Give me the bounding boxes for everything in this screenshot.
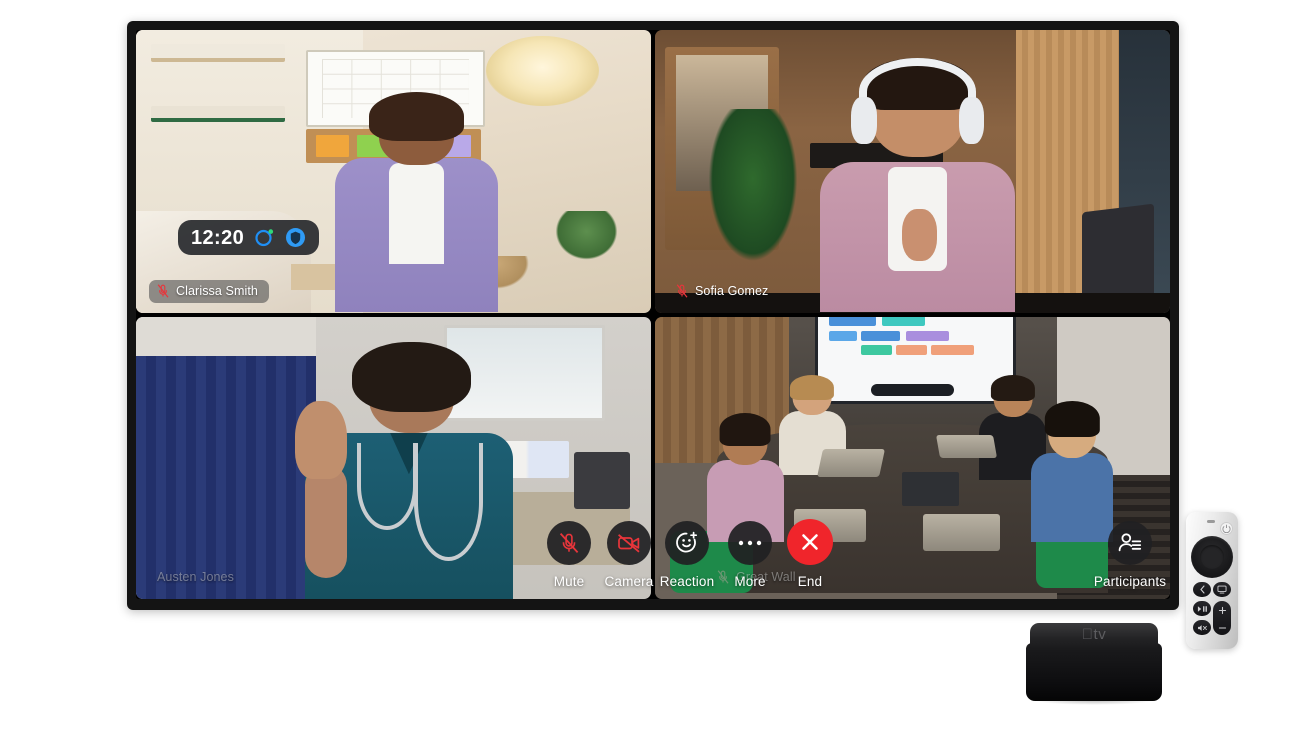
participant-name-tag: Sofia Gomez — [668, 280, 779, 303]
reaction-button-label: Reaction — [659, 574, 715, 589]
tile-1-video-feed — [136, 30, 651, 313]
shield-lock-icon — [285, 227, 306, 248]
reaction-button[interactable]: Reaction — [651, 521, 723, 589]
end-call-button-label: End — [797, 574, 823, 589]
camera-off-icon — [607, 521, 651, 565]
participant-name-label: Sofia Gomez — [695, 283, 769, 298]
mic-off-icon — [157, 283, 169, 298]
back-button[interactable] — [1193, 582, 1211, 597]
participant-name-label: Austen Jones — [157, 570, 234, 584]
minus-icon[interactable] — [1218, 626, 1227, 630]
apple-tv-logo: tv — [1082, 626, 1106, 643]
chevron-left-icon — [1199, 585, 1206, 594]
power-icon — [1222, 524, 1231, 533]
tv-screen: Clarissa Smith Sofia Gomez Austen Jones … — [136, 30, 1170, 599]
video-tile-participant-2[interactable]: Sofia Gomez — [655, 30, 1170, 313]
participants-button[interactable]: Participants — [1082, 521, 1170, 589]
mic-off-icon — [547, 521, 591, 565]
play-pause-button[interactable] — [1193, 601, 1211, 616]
mic-off-icon — [676, 283, 688, 298]
reaction-add-icon — [665, 521, 709, 565]
video-grid: Clarissa Smith Sofia Gomez Austen Jones … — [136, 30, 1170, 599]
tv-icon — [1217, 585, 1227, 594]
apple-tv-device: tv — [1026, 623, 1162, 705]
call-duration-label: 12:20 — [191, 226, 245, 249]
plus-icon[interactable] — [1218, 606, 1227, 615]
siri-remote[interactable] — [1186, 512, 1238, 649]
recording-ring-icon — [254, 227, 275, 248]
volume-rocker[interactable] — [1213, 601, 1231, 635]
touchpad[interactable] — [1191, 536, 1233, 578]
end-call-button[interactable]: End — [774, 519, 846, 589]
call-status-pill: 12:20 — [178, 220, 320, 255]
mute-button[interactable] — [1193, 620, 1211, 635]
participants-button-label: Participants — [1093, 574, 1167, 589]
video-tile-participant-1[interactable]: Clarissa Smith — [136, 30, 651, 313]
participant-name-tag: Austen Jones — [149, 566, 245, 589]
speaker-mute-icon — [1197, 624, 1208, 632]
tv-home-button[interactable] — [1213, 582, 1231, 597]
participant-name-tag: Clarissa Smith — [149, 279, 269, 303]
power-button[interactable] — [1220, 522, 1233, 535]
participant-name-label: Clarissa Smith — [176, 283, 258, 298]
participants-icon — [1108, 521, 1152, 565]
tile-2-video-feed — [655, 30, 1170, 313]
apple-tv-body — [1026, 643, 1162, 701]
tv-bezel: Clarissa Smith Sofia Gomez Austen Jones … — [127, 21, 1179, 610]
microphone-slot-icon — [1207, 520, 1215, 523]
ellipsis-icon — [728, 521, 772, 565]
play-pause-icon — [1197, 605, 1208, 613]
close-x-icon — [787, 519, 833, 565]
